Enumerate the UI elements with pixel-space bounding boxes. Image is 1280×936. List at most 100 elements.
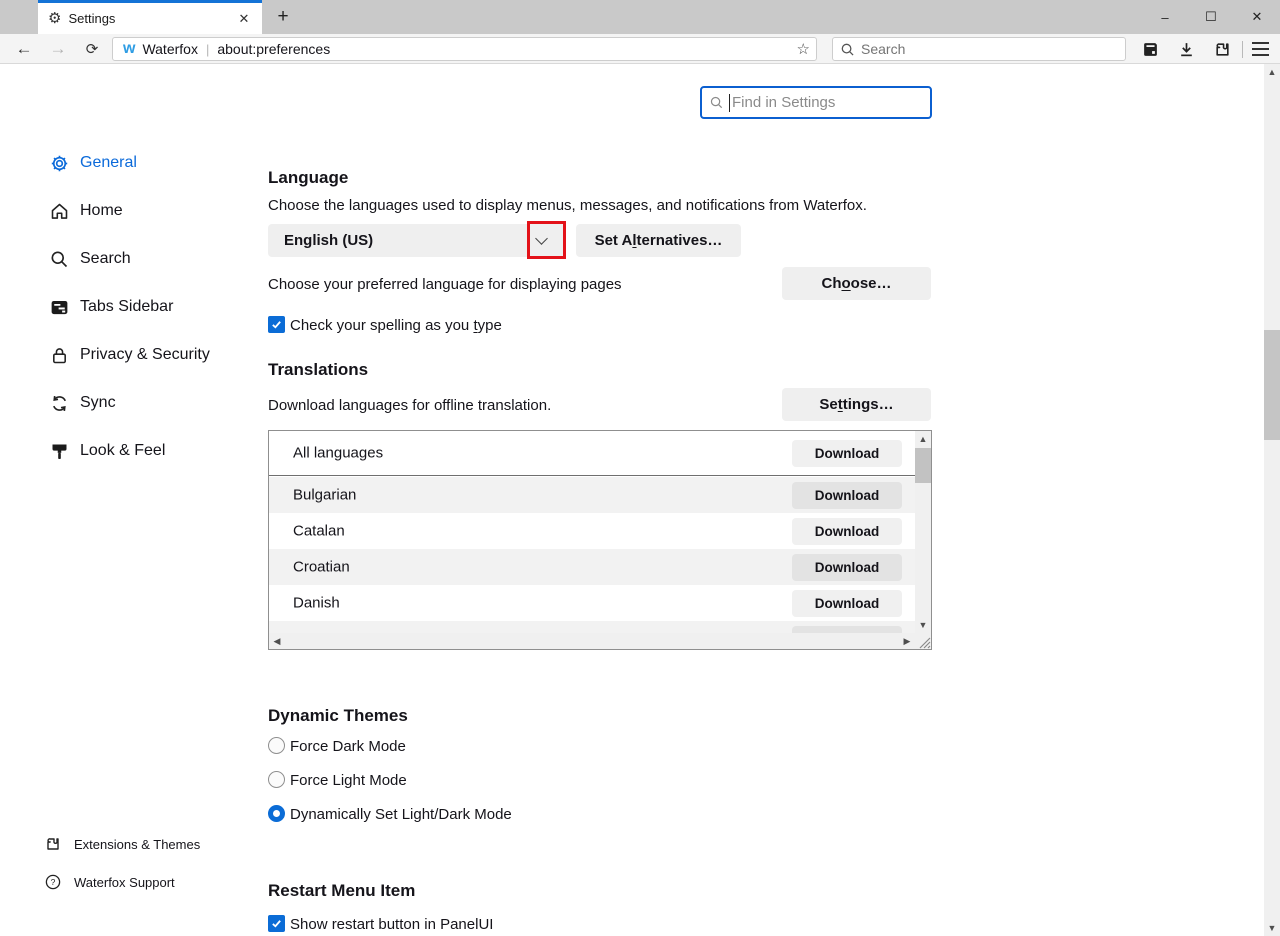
scroll-down-icon[interactable]: ▼ (915, 617, 931, 633)
radio-label: Dynamically Set Light/Dark Mode (290, 806, 512, 823)
list-item[interactable]: All languages Download (269, 431, 915, 476)
sidebar-item-look-feel[interactable]: Look & Feel (40, 438, 165, 464)
sidebar-label: Sync (80, 394, 116, 412)
search-bar[interactable]: Search (832, 37, 1126, 61)
download-button[interactable]: Download (792, 440, 902, 467)
button-text: ternatives… (637, 232, 723, 249)
button-accesskey: o (841, 275, 850, 292)
extensions-icon[interactable] (1210, 37, 1234, 61)
scrollbar-thumb[interactable] (915, 448, 931, 483)
scrollbar-thumb[interactable] (1264, 330, 1280, 440)
sidebar-label: Waterfox Support (74, 875, 175, 890)
sidebar-label: General (80, 154, 137, 172)
new-tab-button[interactable]: + (270, 4, 296, 30)
sync-icon (48, 392, 70, 414)
sidebar-label: Tabs Sidebar (80, 298, 173, 316)
spellcheck-checkbox[interactable] (268, 316, 285, 333)
page-scrollbar[interactable]: ▲ ▼ (1264, 64, 1280, 936)
sidebar-label: Home (80, 202, 123, 220)
search-icon (841, 43, 854, 56)
navigation-toolbar: ← → ⟳ w Waterfox | about:preferences ☆ S… (0, 34, 1280, 64)
sidebar-item-search[interactable]: Search (40, 246, 131, 272)
radio-dynamic-mode[interactable] (268, 805, 285, 822)
save-page-icon[interactable] (1138, 37, 1162, 61)
back-icon[interactable]: ← (12, 37, 36, 61)
tab-settings[interactable]: ⚙ Settings ✕ (38, 0, 262, 34)
sidebar-item-waterfox-support[interactable]: ? Waterfox Support (44, 871, 175, 893)
search-placeholder: Search (861, 41, 905, 57)
sidebar-tabs-icon (48, 296, 70, 318)
radio-force-light-mode[interactable] (268, 771, 285, 788)
radio-force-dark-mode[interactable] (268, 737, 285, 754)
url-bar[interactable]: w Waterfox | about:preferences ☆ (112, 37, 817, 61)
button-text: Se (819, 396, 837, 413)
language-description: Choose the languages used to display men… (268, 197, 867, 214)
gear-icon (48, 152, 70, 174)
magnifier-icon (48, 248, 70, 270)
set-alternatives-button[interactable]: Set Alternatives… (576, 224, 741, 257)
maximize-button[interactable]: ☐ (1188, 0, 1234, 34)
reload-icon[interactable]: ⟳ (80, 37, 104, 61)
scroll-up-icon[interactable]: ▲ (915, 431, 931, 447)
paintbrush-icon (48, 440, 70, 462)
language-name: Croatian (293, 559, 350, 576)
translations-description: Download languages for offline translati… (268, 397, 551, 414)
sidebar-label: Extensions & Themes (74, 837, 200, 852)
bookmark-star-icon[interactable]: ☆ (797, 40, 810, 58)
close-button[interactable]: ✕ (1234, 0, 1280, 34)
url-separator: | (206, 42, 209, 57)
button-text: ose… (851, 275, 892, 292)
lock-icon (48, 344, 70, 366)
language-select[interactable]: English (US) (268, 224, 565, 257)
button-text: Set A (595, 232, 633, 249)
tab-bar: ⚙ Settings ✕ + – ☐ ✕ (0, 0, 1280, 34)
list-item[interactable]: Catalan Download (269, 513, 915, 549)
download-button[interactable]: Download (792, 554, 902, 581)
sidebar-item-extensions-themes[interactable]: Extensions & Themes (44, 833, 200, 855)
sidebar-item-general[interactable]: General (40, 150, 137, 176)
toolbar-separator (1242, 41, 1243, 58)
downloads-icon[interactable] (1174, 37, 1198, 61)
restart-checkbox-label: Show restart button in PanelUI (290, 916, 493, 933)
list-item[interactable]: Bulgarian Download (269, 477, 915, 513)
download-button[interactable]: Download (792, 518, 902, 545)
find-icon (710, 96, 723, 109)
dynamic-themes-heading: Dynamic Themes (268, 706, 408, 726)
download-button[interactable]: Download (792, 590, 902, 617)
translation-languages-list: All languages Download Bulgarian Downloa… (268, 430, 932, 650)
download-button[interactable]: Download (792, 482, 902, 509)
language-name: All languages (293, 445, 383, 462)
translation-settings-button[interactable]: Settings… (782, 388, 931, 421)
tab-close-icon[interactable]: ✕ (234, 9, 254, 29)
text-caret (729, 94, 730, 112)
tab-title: Settings (68, 11, 234, 26)
restart-button-checkbox[interactable] (268, 915, 285, 932)
sidebar-label: Look & Feel (80, 442, 165, 460)
list-item[interactable]: Danish Download (269, 585, 915, 621)
svg-text:?: ? (50, 877, 55, 887)
forward-icon[interactable]: → (46, 37, 70, 61)
check-icon (271, 918, 282, 929)
minimize-button[interactable]: – (1142, 0, 1188, 34)
list-vertical-scrollbar[interactable]: ▲ ▼ (915, 431, 931, 633)
scroll-right-icon[interactable]: ▶ (899, 633, 915, 649)
list-horizontal-scrollbar[interactable]: ◀ ▶ (269, 633, 915, 649)
puzzle-icon (44, 836, 61, 853)
check-icon (271, 319, 282, 330)
scroll-down-icon[interactable]: ▼ (1264, 920, 1280, 936)
menu-icon[interactable] (1252, 42, 1269, 56)
url-site-label: Waterfox (142, 41, 198, 57)
scroll-up-icon[interactable]: ▲ (1264, 64, 1280, 80)
find-in-settings-input[interactable]: Find in Settings (700, 86, 932, 119)
scroll-left-icon[interactable]: ◀ (269, 633, 285, 649)
list-item[interactable]: Croatian Download (269, 549, 915, 585)
sidebar-item-tabs-sidebar[interactable]: Tabs Sidebar (40, 294, 173, 320)
radio-label: Force Light Mode (290, 772, 407, 789)
sidebar-item-home[interactable]: Home (40, 198, 123, 224)
language-name: Danish (293, 595, 340, 612)
sidebar-item-sync[interactable]: Sync (40, 390, 116, 416)
resize-grip-icon[interactable] (915, 633, 931, 649)
choose-button[interactable]: Choose… (782, 267, 931, 300)
sidebar-item-privacy-security[interactable]: Privacy & Security (40, 342, 210, 368)
language-heading: Language (268, 168, 348, 188)
